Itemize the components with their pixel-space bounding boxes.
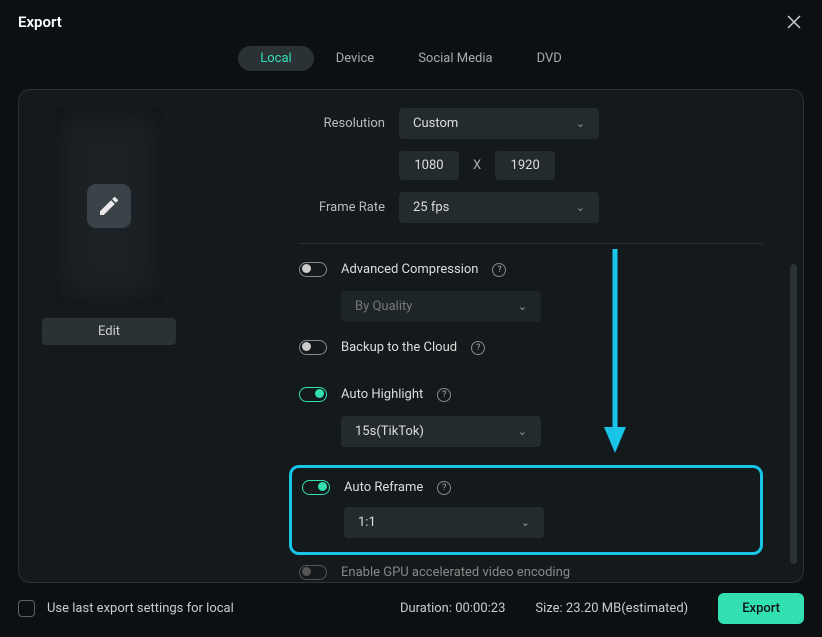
- dimensions-row: 1080 X 1920: [399, 151, 763, 180]
- footer: Use last export settings for local Durat…: [0, 583, 822, 634]
- use-last-settings-label: Use last export settings for local: [47, 601, 388, 616]
- adv-compression-toggle[interactable]: [299, 262, 327, 277]
- close-icon: [786, 14, 802, 30]
- framerate-value: 25 fps: [413, 200, 449, 215]
- auto-reframe-label: Auto Reframe: [344, 480, 423, 495]
- auto-highlight-label: Auto Highlight: [341, 387, 423, 402]
- tab-local[interactable]: Local: [238, 46, 313, 71]
- gpu-label: Enable GPU accelerated video encoding: [341, 565, 570, 580]
- help-icon[interactable]: ?: [492, 263, 506, 277]
- help-icon[interactable]: ?: [437, 481, 451, 495]
- divider: [299, 243, 763, 244]
- backup-cloud-label: Backup to the Cloud: [341, 340, 457, 355]
- backup-cloud-row: Backup to the Cloud ?: [299, 340, 763, 355]
- auto-highlight-row: Auto Highlight ?: [299, 387, 763, 402]
- adv-compression-label: Advanced Compression: [341, 262, 478, 277]
- content-area: Edit Resolution Custom ⌄ 1080 X 1920 Fra…: [18, 89, 804, 583]
- edit-icon: [87, 184, 131, 228]
- preview-panel: Edit: [19, 90, 199, 582]
- height-input[interactable]: 1920: [495, 151, 555, 180]
- export-tabs: Local Device Social Media DVD: [0, 46, 822, 71]
- use-last-settings-checkbox[interactable]: [18, 600, 35, 617]
- size-value: 23.20 MB(estimated): [566, 601, 688, 616]
- resolution-value: Custom: [413, 116, 458, 131]
- dialog-title: Export: [18, 13, 62, 31]
- framerate-label: Frame Rate: [299, 200, 385, 215]
- duration-label: Duration:: [400, 601, 452, 616]
- auto-reframe-value: 1:1: [358, 515, 376, 530]
- dialog-header: Export: [0, 0, 822, 46]
- tab-social-media[interactable]: Social Media: [396, 46, 514, 71]
- auto-highlight-toggle[interactable]: [299, 387, 327, 402]
- preview-thumbnail: [55, 108, 163, 304]
- auto-highlight-dropdown[interactable]: 15s(TikTok) ⌄: [341, 416, 541, 447]
- compression-mode-dropdown: By Quality ⌄: [341, 291, 541, 322]
- gpu-row: Enable GPU accelerated video encoding: [299, 565, 763, 580]
- scrollbar[interactable]: [790, 264, 797, 564]
- duration-value: 00:00:23: [455, 601, 505, 616]
- auto-reframe-toggle[interactable]: [302, 480, 330, 495]
- chevron-down-icon: ⌄: [518, 425, 527, 438]
- dimension-separator: X: [473, 158, 481, 173]
- help-icon[interactable]: ?: [437, 388, 451, 402]
- settings-panel: Resolution Custom ⌄ 1080 X 1920 Frame Ra…: [199, 90, 803, 582]
- compression-mode-value: By Quality: [355, 299, 412, 314]
- duration-info: Duration: 00:00:23: [400, 601, 505, 616]
- width-input[interactable]: 1080: [399, 151, 459, 180]
- framerate-row: Frame Rate 25 fps ⌄: [299, 192, 763, 223]
- auto-reframe-dropdown[interactable]: 1:1 ⌄: [344, 507, 544, 538]
- edit-button[interactable]: Edit: [42, 318, 176, 345]
- auto-highlight-value: 15s(TikTok): [355, 424, 424, 439]
- framerate-dropdown[interactable]: 25 fps ⌄: [399, 192, 599, 223]
- arrow-annotation: [601, 249, 629, 463]
- export-button[interactable]: Export: [718, 593, 804, 624]
- chevron-down-icon: ⌄: [518, 300, 527, 313]
- gpu-toggle[interactable]: [299, 565, 327, 580]
- size-label: Size:: [535, 601, 562, 616]
- help-icon[interactable]: ?: [471, 341, 485, 355]
- resolution-label: Resolution: [299, 116, 385, 131]
- close-button[interactable]: [784, 12, 804, 32]
- resolution-row: Resolution Custom ⌄: [299, 108, 763, 139]
- chevron-down-icon: ⌄: [576, 117, 585, 130]
- chevron-down-icon: ⌄: [576, 201, 585, 214]
- tab-device[interactable]: Device: [314, 46, 397, 71]
- chevron-down-icon: ⌄: [521, 516, 530, 529]
- resolution-dropdown[interactable]: Custom ⌄: [399, 108, 599, 139]
- auto-reframe-highlight: Auto Reframe ? 1:1 ⌄: [289, 465, 763, 555]
- size-info: Size: 23.20 MB(estimated): [535, 601, 688, 616]
- backup-cloud-toggle[interactable]: [299, 340, 327, 355]
- auto-reframe-row: Auto Reframe ?: [302, 480, 742, 495]
- tab-dvd[interactable]: DVD: [515, 46, 584, 71]
- adv-compression-row: Advanced Compression ?: [299, 262, 763, 277]
